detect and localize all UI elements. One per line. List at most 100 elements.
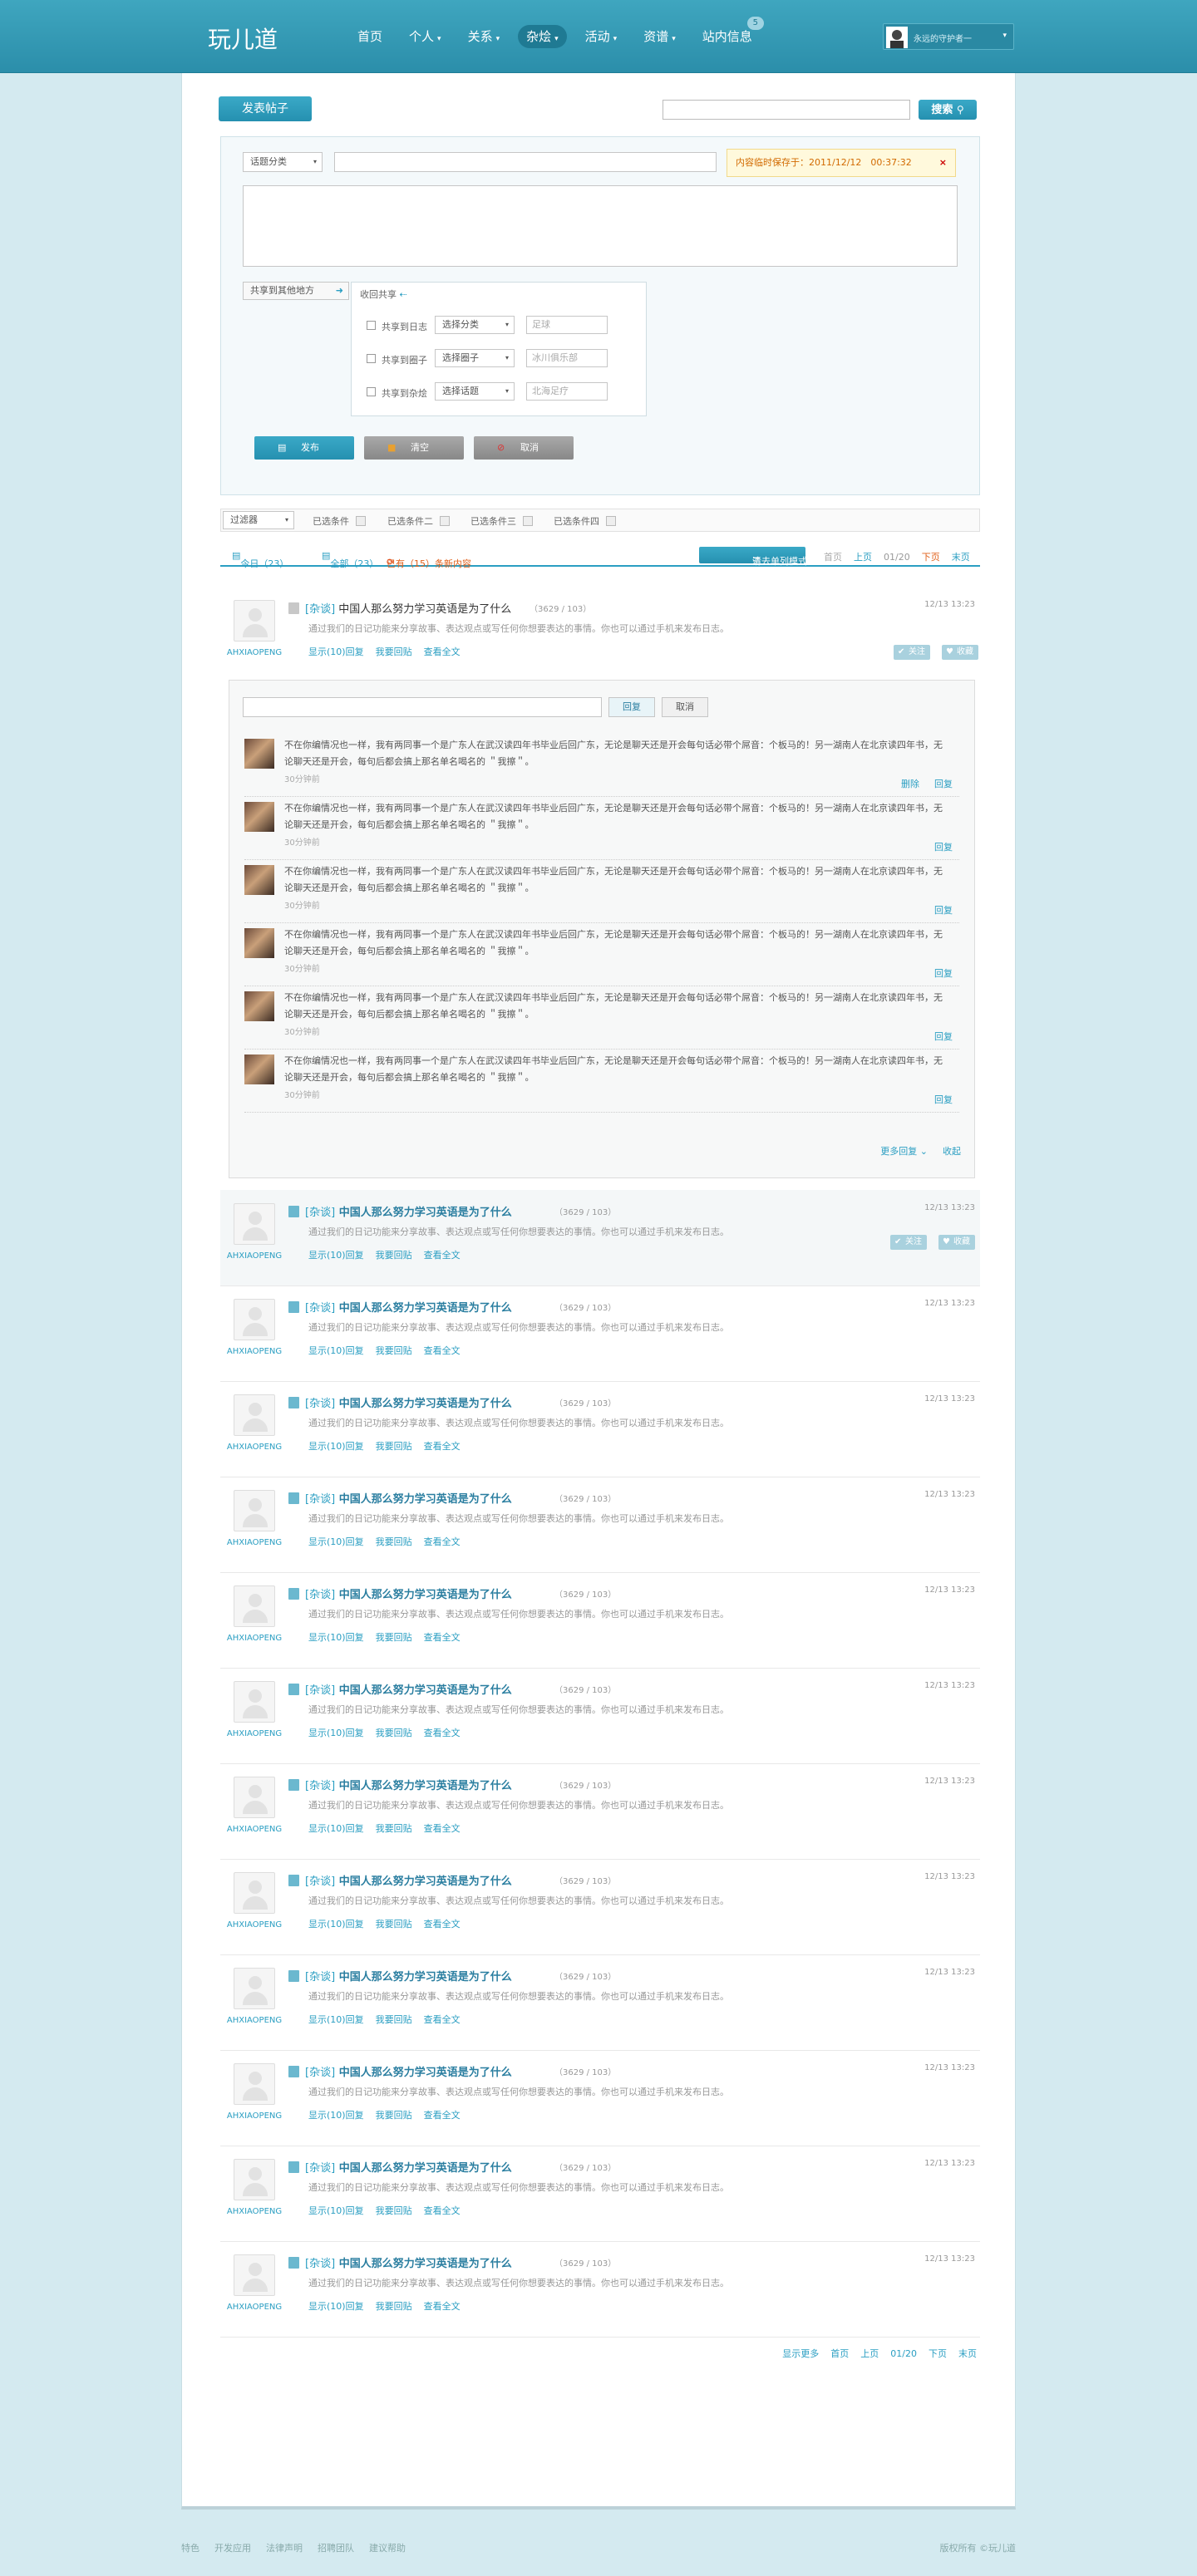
user-avatar[interactable] xyxy=(234,1777,275,1818)
user-avatar[interactable] xyxy=(234,1872,275,1914)
clear-button[interactable]: ■ 清空 xyxy=(364,436,464,460)
read-full-link[interactable]: 查看全文 xyxy=(424,1441,461,1452)
post-title[interactable]: [杂谈] 中国人那么努力学习英语是为了什么 xyxy=(305,1203,512,1219)
user-avatar[interactable] xyxy=(234,1585,275,1627)
nav-item[interactable]: 首页 xyxy=(349,25,391,48)
user-avatar[interactable] xyxy=(234,1968,275,2009)
show-replies-link[interactable]: 显示(10)回复 xyxy=(308,1728,364,1738)
commenter-avatar[interactable] xyxy=(244,865,274,895)
read-full-link[interactable]: 查看全文 xyxy=(424,2205,461,2216)
user-avatar[interactable] xyxy=(234,600,275,642)
list-mode-button[interactable]: 清去单列模式 ☰ xyxy=(699,547,807,567)
post-button[interactable]: 发表帖子 xyxy=(219,96,312,121)
reply-link[interactable]: 我要回贴 xyxy=(376,1632,412,1643)
filter-select[interactable]: 过滤器 ▾ xyxy=(223,511,294,529)
post-author[interactable]: AHXIAOPENG xyxy=(225,2016,283,2025)
footer-link[interactable]: 建议帮助 xyxy=(369,2543,406,2554)
share-target-input[interactable]: 北海足疗 xyxy=(526,382,608,401)
user-avatar[interactable] xyxy=(234,1299,275,1340)
close-icon[interactable] xyxy=(440,516,450,526)
pager-item[interactable]: 首页 xyxy=(824,552,842,563)
close-icon[interactable] xyxy=(606,516,616,526)
pager-item[interactable]: 下页 xyxy=(922,552,940,563)
read-full-link[interactable]: 查看全文 xyxy=(424,1823,461,1834)
collect-button[interactable]: ♥ 收藏 xyxy=(938,1235,975,1250)
post-author[interactable]: AHXIAOPENG xyxy=(225,2207,283,2216)
show-replies-link[interactable]: 显示(10)回复 xyxy=(308,1536,364,1547)
read-full-link[interactable]: 查看全文 xyxy=(424,2301,461,2312)
post-author[interactable]: AHXIAOPENG xyxy=(225,1251,283,1261)
collect-button[interactable]: ♥ 收藏 xyxy=(942,645,978,660)
publish-button[interactable]: ▤ 发布 xyxy=(254,436,354,460)
comment-action-link[interactable]: 回复 xyxy=(934,968,953,979)
comment-action-link[interactable]: 回复 xyxy=(934,1094,953,1105)
reply-link[interactable]: 我要回贴 xyxy=(376,1728,412,1738)
close-icon[interactable]: × xyxy=(939,150,947,176)
commenter-avatar[interactable] xyxy=(244,1054,274,1084)
follow-button[interactable]: ✔ 关注 xyxy=(890,1235,927,1250)
reply-link[interactable]: 我要回贴 xyxy=(376,1536,412,1547)
commenter-avatar[interactable] xyxy=(244,802,274,832)
post-title[interactable]: [杂谈] 中国人那么努力学习英语是为了什么 xyxy=(305,2063,512,2079)
comment-action-link[interactable]: 回复 xyxy=(934,779,953,789)
read-full-link[interactable]: 查看全文 xyxy=(424,1632,461,1643)
read-full-link[interactable]: 查看全文 xyxy=(424,1536,461,1547)
nav-item[interactable]: 站内信息 5 xyxy=(694,17,764,48)
reply-link[interactable]: 我要回贴 xyxy=(376,646,412,657)
share-back-button[interactable]: 收回共享 ⇠ xyxy=(360,288,407,301)
show-replies-link[interactable]: 显示(10)回复 xyxy=(308,2110,364,2121)
post-author[interactable]: AHXIAOPENG xyxy=(225,1729,283,1738)
show-replies-link[interactable]: 显示(10)回复 xyxy=(308,646,364,657)
search-button[interactable]: 搜索 ⚲ xyxy=(919,100,977,120)
comment-action-link[interactable]: 回复 xyxy=(934,905,953,916)
read-full-link[interactable]: 查看全文 xyxy=(424,646,461,657)
show-replies-link[interactable]: 显示(10)回复 xyxy=(308,2301,364,2312)
share-select[interactable]: 选择分类 ▾ xyxy=(435,316,515,334)
post-title[interactable]: [杂谈] 中国人那么努力学习英语是为了什么 xyxy=(305,1585,512,1601)
nav-item[interactable]: 个人 ▾ xyxy=(401,25,450,48)
site-logo[interactable]: 玩儿道 xyxy=(208,22,278,55)
post-title[interactable]: [杂谈] 中国人那么努力学习英语是为了什么 xyxy=(305,2159,512,2175)
show-replies-link[interactable]: 显示(10)回复 xyxy=(308,1919,364,1930)
pager-item[interactable]: 01/20 xyxy=(884,552,910,563)
pager-item[interactable]: 显示更多 xyxy=(782,2348,819,2359)
content-textarea[interactable] xyxy=(243,185,958,267)
show-replies-link[interactable]: 显示(10)回复 xyxy=(308,1345,364,1356)
reply-link[interactable]: 我要回贴 xyxy=(376,2301,412,2312)
reply-link[interactable]: 我要回贴 xyxy=(376,1441,412,1452)
commenter-avatar[interactable] xyxy=(244,739,274,769)
read-full-link[interactable]: 查看全文 xyxy=(424,1345,461,1356)
user-avatar[interactable] xyxy=(234,1203,275,1245)
read-full-link[interactable]: 查看全文 xyxy=(424,2110,461,2121)
nav-item[interactable]: 资谱 ▾ xyxy=(635,25,684,48)
post-author[interactable]: AHXIAOPENG xyxy=(225,1825,283,1834)
share-select[interactable]: 选择话题 ▾ xyxy=(435,382,515,401)
read-full-link[interactable]: 查看全文 xyxy=(424,1728,461,1738)
user-avatar[interactable] xyxy=(234,2063,275,2105)
post-author[interactable]: AHXIAOPENG xyxy=(225,2111,283,2121)
collapse-link[interactable]: 收起 xyxy=(943,1144,961,1158)
post-title[interactable]: [杂谈] 中国人那么努力学习英语是为了什么 xyxy=(305,2254,512,2270)
show-replies-link[interactable]: 显示(10)回复 xyxy=(308,2014,364,2025)
post-title[interactable]: [杂谈] 中国人那么努力学习英语是为了什么 xyxy=(305,1394,512,1410)
nav-item[interactable]: 活动 ▾ xyxy=(577,25,626,48)
pager-item[interactable]: 末页 xyxy=(958,2348,977,2359)
follow-button[interactable]: ✔ 关注 xyxy=(894,645,930,660)
post-title[interactable]: [杂谈] 中国人那么努力学习英语是为了什么 xyxy=(305,1681,512,1697)
pager-item[interactable]: 上页 xyxy=(854,552,872,563)
pager-item[interactable]: 01/20 xyxy=(890,2348,917,2359)
user-avatar[interactable] xyxy=(234,2254,275,2296)
post-author[interactable]: AHXIAOPENG xyxy=(225,1920,283,1930)
post-title[interactable]: [杂谈] 中国人那么努力学习英语是为了什么 xyxy=(305,1490,512,1506)
reply-link[interactable]: 我要回贴 xyxy=(376,2110,412,2121)
search-input[interactable] xyxy=(663,100,910,120)
user-avatar[interactable] xyxy=(234,1490,275,1531)
show-replies-link[interactable]: 显示(10)回复 xyxy=(308,2205,364,2216)
reply-input[interactable] xyxy=(243,697,602,717)
commenter-avatar[interactable] xyxy=(244,991,274,1021)
show-replies-link[interactable]: 显示(10)回复 xyxy=(308,1441,364,1452)
user-avatar[interactable] xyxy=(234,2159,275,2200)
commenter-avatar[interactable] xyxy=(244,928,274,958)
reply-link[interactable]: 我要回贴 xyxy=(376,1919,412,1930)
share-checkbox[interactable] xyxy=(367,387,376,396)
